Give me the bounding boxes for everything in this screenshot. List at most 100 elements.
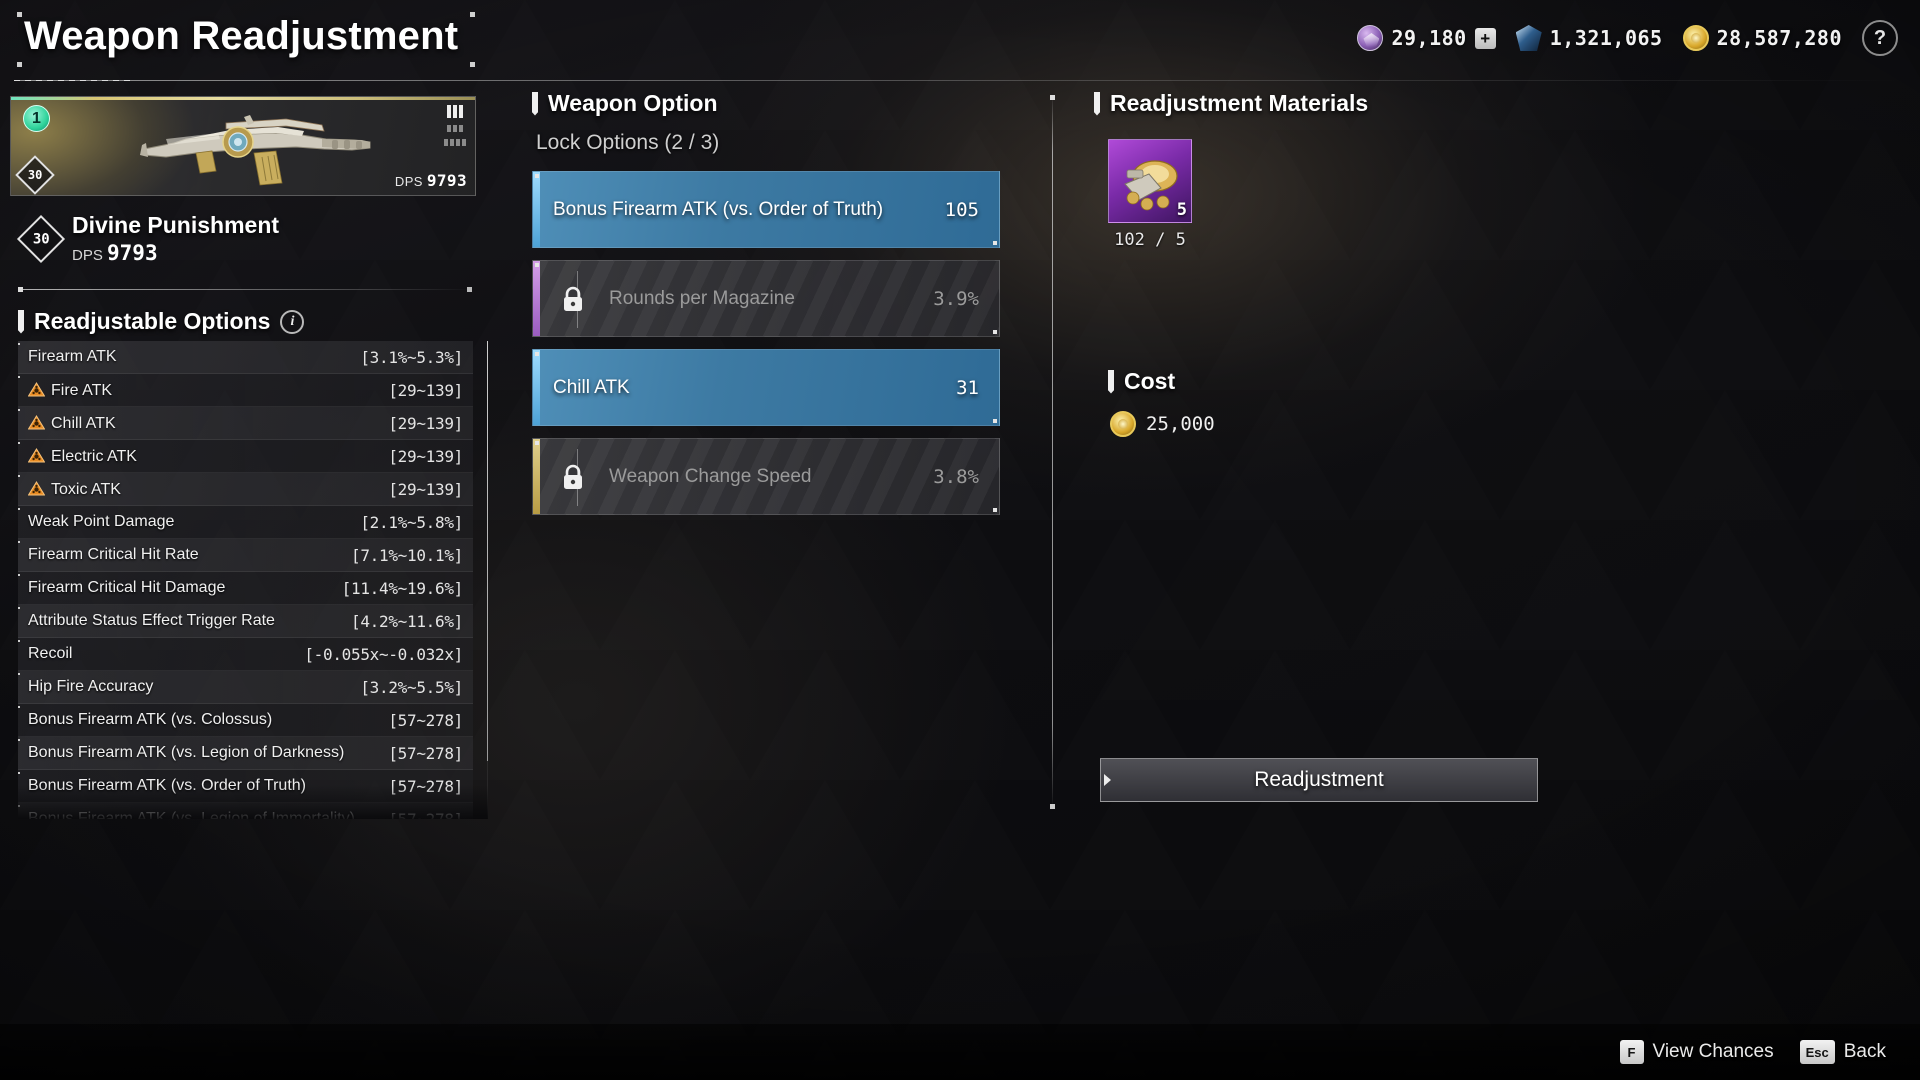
readjustment-button[interactable]: Readjustment [1100, 758, 1538, 802]
currency-value: 28,587,280 [1716, 26, 1842, 50]
materials-header: Readjustment Materials [1094, 90, 1554, 117]
table-row[interactable]: Firearm ATK [3.1%~5.3%] [18, 341, 473, 374]
table-row[interactable]: Fire ATK [29~139] [18, 374, 473, 407]
option-range: [-0.055x~-0.032x] [304, 644, 463, 664]
ammo-dots-icon [444, 139, 466, 146]
table-row[interactable]: Bonus Firearm ATK (vs. Legion of Immorta… [18, 803, 473, 819]
left-panel: 1 30 DPS 9793 30 Divine Punishment DPS 9… [10, 96, 488, 819]
cost-value: 25,000 [1146, 413, 1215, 435]
table-row[interactable]: Bonus Firearm ATK (vs. Colossus) [57~278] [18, 704, 473, 737]
material-quantity: 5 [1176, 200, 1187, 220]
hint-label: View Chances [1652, 1041, 1774, 1062]
options-scrollbar[interactable] [487, 341, 488, 819]
option-range: [11.4%~19.6%] [341, 578, 464, 598]
weapon-name: Divine Punishment [72, 212, 280, 238]
lock-icon [564, 286, 582, 311]
attribute-warning-icon [28, 448, 45, 463]
currency-gold[interactable]: 28,587,280 [1682, 25, 1842, 51]
table-row[interactable]: Chill ATK [29~139] [18, 407, 473, 440]
option-accent-bar [533, 261, 540, 336]
weapon-option-active[interactable]: Bonus Firearm ATK (vs. Order of Truth) 10… [532, 171, 1000, 248]
weapon-option-active[interactable]: Chill ATK 31 [532, 349, 1000, 426]
option-name: Recoil [28, 645, 73, 662]
currency-value: 1,321,065 [1549, 26, 1663, 50]
table-row[interactable]: Recoil [-0.055x~-0.032x] [18, 638, 473, 671]
section-marker [18, 309, 24, 334]
purple-gem-icon [1357, 25, 1384, 51]
header-divider-dashes [14, 80, 134, 81]
currency-crystal[interactable]: 1,321,065 [1516, 25, 1663, 51]
option-name: Attribute Status Effect Trigger Rate [28, 612, 275, 629]
enhancement-level-badge: 1 [23, 105, 50, 132]
material-item[interactable]: 5 102 / 5 [1108, 139, 1192, 250]
table-row[interactable]: Bonus Firearm ATK (vs. Order of Truth) [5… [18, 770, 473, 803]
title-tick-br [470, 62, 475, 67]
gold-coin-icon [1110, 411, 1136, 437]
attribute-warning-icon [28, 382, 45, 397]
lock-icon [564, 464, 582, 489]
option-name: Firearm Critical Hit Damage [28, 579, 226, 596]
section-marker [1094, 91, 1100, 116]
key-f: F [1619, 1040, 1644, 1064]
weapon-card-level-value: 30 [27, 167, 43, 182]
table-row[interactable]: Weak Point Damage [2.1%~5.8%] [18, 506, 473, 539]
hint-back[interactable]: Esc Back [1799, 1040, 1886, 1064]
weapon-option-header: Weapon Option [532, 90, 1012, 117]
weapon-option-title: Weapon Option [548, 90, 718, 116]
option-value: 105 [944, 198, 979, 221]
table-row[interactable]: Hip Fire Accuracy [3.2%~5.5%] [18, 671, 473, 704]
hint-label: Back [1843, 1041, 1886, 1062]
weapon-option-locked[interactable]: Rounds per Magazine 3.9% [532, 260, 1000, 337]
title-tick-tl [17, 12, 22, 17]
option-name: Weak Point Damage [28, 513, 175, 530]
table-row[interactable]: Firearm Critical Hit Rate [7.1%~10.1%] [18, 539, 473, 572]
options-scrollbar-thumb[interactable] [487, 341, 488, 761]
magazine-icon [447, 105, 463, 118]
material-count: 102 / 5 [1114, 230, 1186, 250]
hint-view-chances[interactable]: F View Chances [1619, 1040, 1774, 1064]
option-range: [4.2%~11.6%] [351, 611, 463, 631]
attribute-warning-icon [28, 481, 45, 496]
table-row[interactable]: Toxic ATK [29~139] [18, 473, 473, 506]
corner-marker [993, 241, 997, 245]
table-row[interactable]: Electric ATK [29~139] [18, 440, 473, 473]
weapon-option-locked[interactable]: Weapon Change Speed 3.8% [532, 438, 1000, 515]
option-name: Toxic ATK [28, 479, 388, 499]
table-row[interactable]: Firearm Critical Hit Damage [11.4%~19.6%] [18, 572, 473, 605]
info-icon[interactable]: i [280, 309, 305, 334]
gold-coin-icon [1682, 25, 1709, 51]
option-name: Firearm Critical Hit Rate [28, 546, 199, 563]
readjustable-options-list[interactable]: Firearm ATK [3.1%~5.3%] Fire ATK [29~139] Ch… [18, 341, 488, 819]
weapon-card-indicators [444, 105, 466, 146]
table-row[interactable]: Attribute Status Effect Trigger Rate [4.2… [18, 605, 473, 638]
corner-marker [535, 263, 539, 267]
currency-value: 29,180 [1391, 26, 1467, 50]
option-accent-bar [533, 350, 540, 425]
weapon-card-dps: DPS 9793 [395, 171, 467, 190]
material-icon: 5 [1108, 139, 1192, 223]
corner-marker [993, 330, 997, 334]
cost-header: Cost [1108, 368, 1554, 395]
corner-marker [535, 174, 539, 178]
option-name: Rounds per Magazine [609, 287, 795, 309]
header-divider [14, 80, 1904, 81]
add-currency-button[interactable]: + [1474, 27, 1496, 49]
option-range: [57~278] [388, 776, 463, 796]
currency-caliber[interactable]: 29,180 + [1357, 25, 1496, 51]
weapon-card-rarity-bar [11, 97, 475, 100]
weapon-card[interactable]: 1 30 DPS 9793 [10, 96, 476, 196]
option-range: [57~278] [388, 710, 463, 730]
option-name: Hip Fire Accuracy [28, 678, 154, 695]
right-panel: Readjustment Materials 5 102 / 5 Cost 25… [1094, 90, 1554, 802]
option-value: 3.9% [933, 287, 979, 310]
corner-marker [535, 441, 539, 445]
cost-row: 25,000 [1110, 411, 1554, 437]
corner-marker [993, 508, 997, 512]
header: Weapon Readjustment 29,180 + 1,321,065 2… [0, 0, 1920, 86]
option-name: Bonus Firearm ATK (vs. Order of Truth) [28, 777, 306, 794]
materials-title: Readjustment Materials [1110, 90, 1369, 116]
table-row[interactable]: Bonus Firearm ATK (vs. Legion of Darknes… [18, 737, 473, 770]
help-button[interactable]: ? [1862, 20, 1898, 56]
option-name: Weapon Change Speed [609, 465, 812, 487]
weapon-card-level: 30 [15, 155, 55, 195]
